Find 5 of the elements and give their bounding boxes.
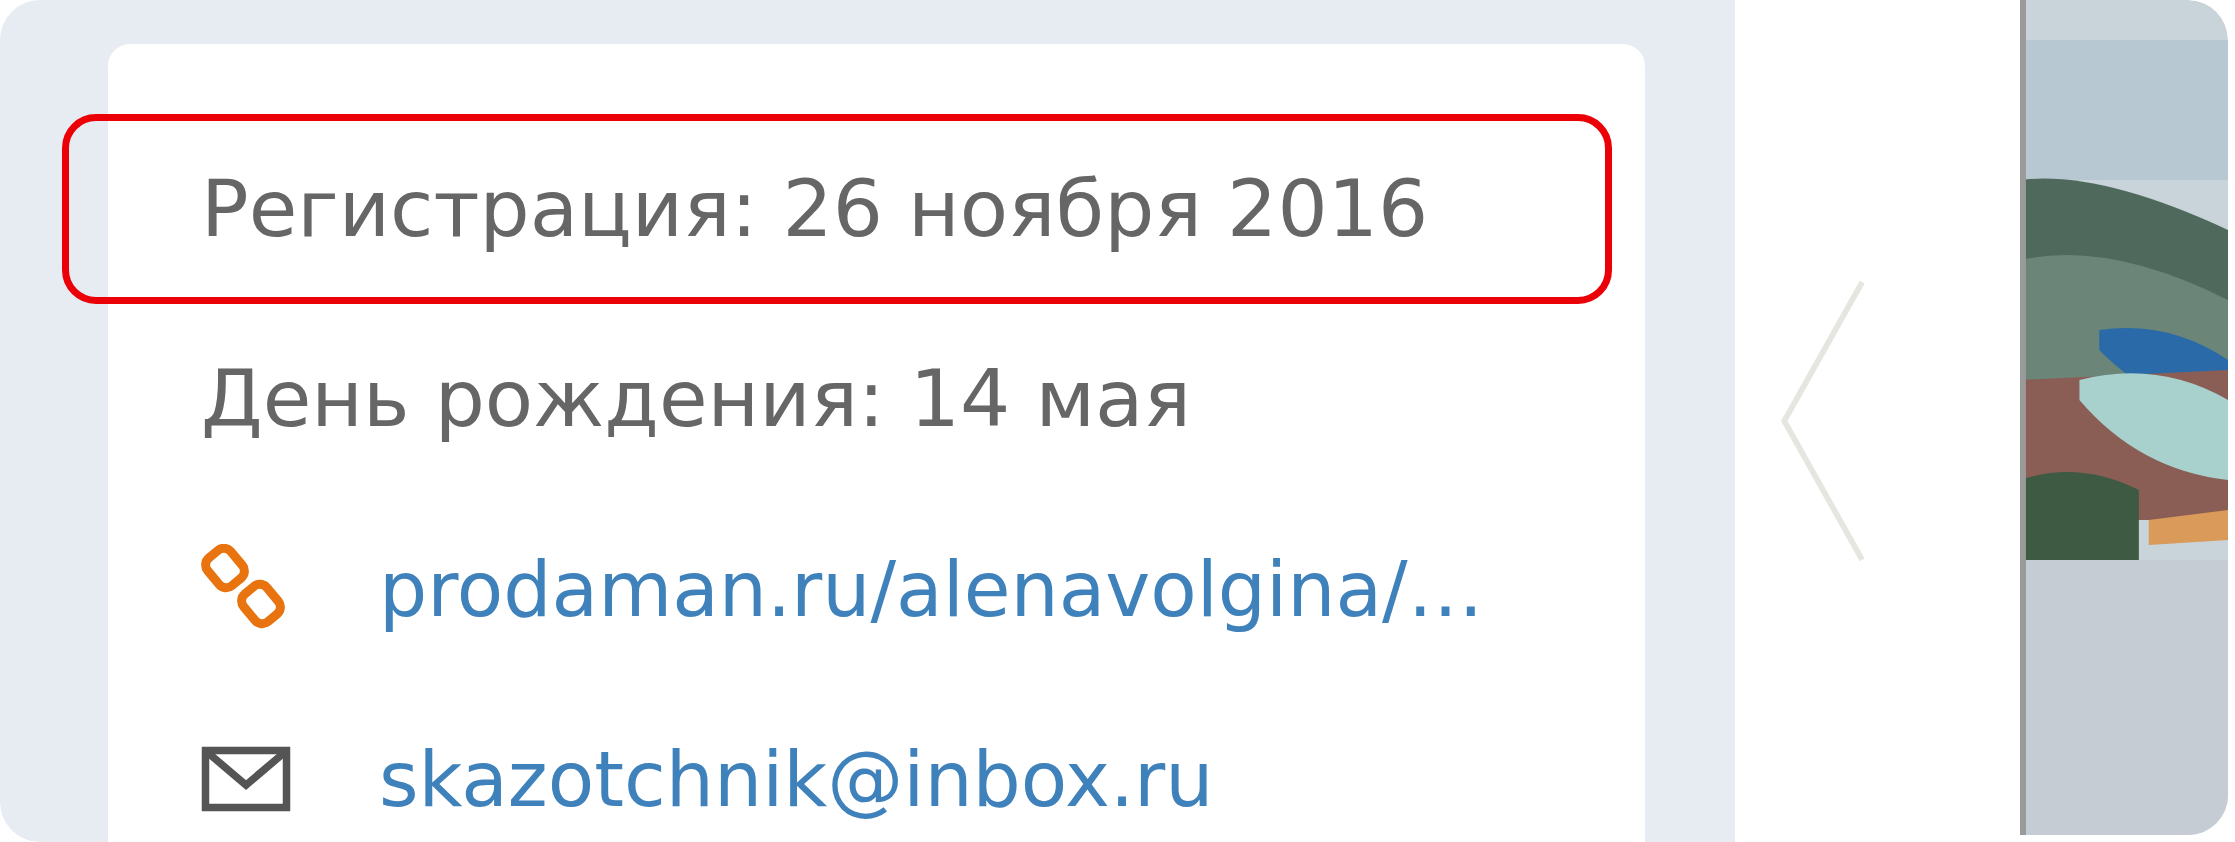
info-text: Регистрация: 26 ноября 2016 <box>201 163 1429 255</box>
envelope-icon <box>201 746 291 812</box>
info-text: День рождения: 14 мая <box>201 353 1191 445</box>
email-link[interactable]: skazotchnik@inbox.ru <box>379 734 1214 824</box>
website-link[interactable]: prodaman.ru/alenavolgina/… <box>379 544 1484 634</box>
